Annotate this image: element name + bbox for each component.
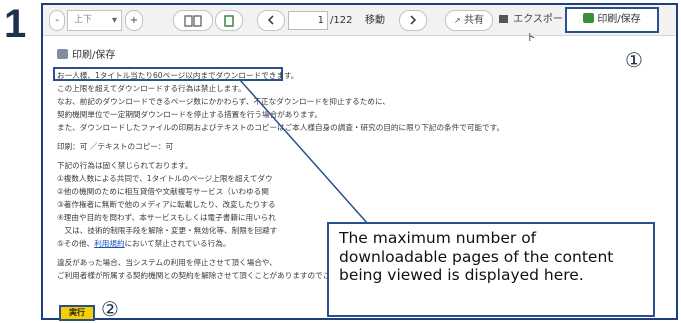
- export-icon: [499, 15, 509, 23]
- prohibition-item: ③著作権者に無断で他のメディアに転載したり、改変したりする: [57, 200, 276, 209]
- single-page-button[interactable]: [215, 10, 243, 31]
- chevron-right-icon: [410, 15, 417, 25]
- notice-line: この上限を超えてダウンロードする行為は禁止します。: [57, 84, 246, 93]
- prohibition-item: ②他の機関のために相互貸借や文献複写サービス（いわゆる関: [57, 187, 269, 196]
- spread-view-button[interactable]: [173, 10, 213, 31]
- notice-line: なお、前記のダウンロードできるページ数にかかわらず、不正なダウンロードを抑止する…: [57, 97, 390, 106]
- page-number-input[interactable]: 1: [288, 11, 328, 30]
- prohibition-item: ①複数人数による共同で、1タイトルのページ上限を超えてダウ: [57, 174, 273, 183]
- notice-line: また、ダウンロードしたファイルの印刷およびテキストのコピーはご本人様自身の調査・…: [57, 123, 505, 132]
- permission-line: 印刷：可 ／テキストのコピー：可: [57, 142, 174, 151]
- printer-icon: [583, 13, 595, 23]
- printer-icon: [57, 49, 68, 59]
- chevron-left-icon: [267, 15, 274, 25]
- page-icon: [224, 15, 234, 27]
- prohibition-item: ⑤その他、利用規約において禁止されている行為。: [57, 239, 230, 249]
- notice-line: 契約機関単位で一定期間ダウンロードを停止する措置を行う場合があります。: [57, 110, 323, 119]
- prohibition-item: ④理由や目的を問わず、本サービスもしくは電子書籍に用いられ: [57, 213, 276, 222]
- zoom-in-button[interactable]: +: [125, 10, 143, 31]
- move-button[interactable]: 移動: [365, 11, 385, 30]
- marker-2: ②: [101, 297, 119, 321]
- marker-1: ①: [625, 48, 643, 72]
- zoom-select-value: 上下: [74, 15, 93, 25]
- book-icon: [184, 15, 202, 27]
- other-prefix: ⑤その他、: [57, 239, 95, 248]
- terms-link[interactable]: 利用規約: [94, 239, 124, 248]
- callout-box: The maximum number of downloadable pages…: [327, 222, 655, 317]
- prohibition-heading: 下記の行為は固く禁じられております。: [57, 161, 193, 170]
- step-number: 1: [4, 2, 27, 46]
- other-suffix: において禁止されている行為。: [124, 239, 231, 248]
- page-total: /122: [330, 15, 353, 26]
- warning-line: 違反があった場合、当システムの利用を停止させて頂く場合や、: [57, 258, 277, 267]
- zoom-select[interactable]: 上下 ▾: [67, 10, 122, 31]
- print-save-button[interactable]: 印刷/保存: [565, 7, 659, 33]
- export-button[interactable]: エクスポート: [499, 10, 563, 44]
- prev-page-button[interactable]: [257, 10, 285, 31]
- notice-line: お一人様、1タイトル当たり60ページ以内までダウンロードできます。: [57, 71, 299, 80]
- prohibition-item: 又は、技術的制限手段を解除・変更・無効化等、制限を回避す: [57, 226, 278, 235]
- panel-heading: 印刷/保存: [57, 46, 115, 61]
- chevron-down-icon: ▾: [111, 15, 117, 26]
- share-button[interactable]: ↗ 共有: [445, 10, 493, 31]
- execute-button[interactable]: 実行: [59, 305, 95, 321]
- viewer-toolbar: - 上下 ▾ + 1 /122 移動 ↗ 共有 エクスポート 印刷/保存: [43, 5, 676, 44]
- next-page-button[interactable]: [399, 10, 427, 31]
- panel-heading-text: 印刷/保存: [72, 50, 116, 61]
- share-icon: ↗: [454, 16, 461, 25]
- export-label: エクスポート: [513, 14, 563, 44]
- zoom-out-button[interactable]: -: [49, 10, 65, 31]
- print-save-label: 印刷/保存: [597, 14, 641, 25]
- share-label: 共有: [463, 15, 484, 26]
